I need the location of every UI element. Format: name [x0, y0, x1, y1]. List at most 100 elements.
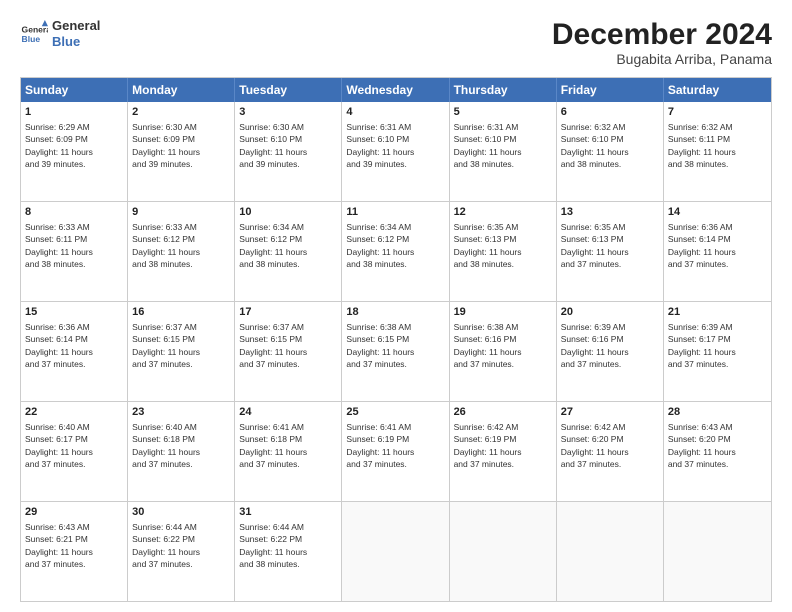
cell-empty-3	[557, 502, 664, 601]
calendar-header: Sunday Monday Tuesday Wednesday Thursday…	[21, 78, 771, 102]
cell-23: 23 Sunrise: 6:40 AMSunset: 6:18 PMDaylig…	[128, 402, 235, 501]
cell-text: Sunrise: 6:36 AMSunset: 6:14 PMDaylight:…	[25, 322, 93, 369]
cell-17: 17 Sunrise: 6:37 AMSunset: 6:15 PMDaylig…	[235, 302, 342, 401]
cell-text: Sunrise: 6:31 AMSunset: 6:10 PMDaylight:…	[346, 122, 414, 169]
cell-7: 7 Sunrise: 6:32 AMSunset: 6:11 PMDayligh…	[664, 102, 771, 201]
cell-9: 9 Sunrise: 6:33 AMSunset: 6:12 PMDayligh…	[128, 202, 235, 301]
header-saturday: Saturday	[664, 78, 771, 102]
header-monday: Monday	[128, 78, 235, 102]
day-num: 21	[668, 305, 767, 320]
cell-29: 29 Sunrise: 6:43 AMSunset: 6:21 PMDaylig…	[21, 502, 128, 601]
cell-text: Sunrise: 6:38 AMSunset: 6:16 PMDaylight:…	[454, 322, 522, 369]
cell-text: Sunrise: 6:37 AMSunset: 6:15 PMDaylight:…	[239, 322, 307, 369]
month-title: December 2024	[552, 18, 772, 51]
cell-27: 27 Sunrise: 6:42 AMSunset: 6:20 PMDaylig…	[557, 402, 664, 501]
day-num: 22	[25, 405, 123, 420]
day-num: 7	[668, 105, 767, 120]
day-num: 19	[454, 305, 552, 320]
cell-18: 18 Sunrise: 6:38 AMSunset: 6:15 PMDaylig…	[342, 302, 449, 401]
cell-text: Sunrise: 6:41 AMSunset: 6:19 PMDaylight:…	[346, 422, 414, 469]
cell-text: Sunrise: 6:44 AMSunset: 6:22 PMDaylight:…	[132, 522, 200, 569]
cell-text: Sunrise: 6:38 AMSunset: 6:15 PMDaylight:…	[346, 322, 414, 369]
day-num: 11	[346, 205, 444, 220]
cell-empty-1	[342, 502, 449, 601]
cell-26: 26 Sunrise: 6:42 AMSunset: 6:19 PMDaylig…	[450, 402, 557, 501]
cell-text: Sunrise: 6:30 AMSunset: 6:10 PMDaylight:…	[239, 122, 307, 169]
cell-text: Sunrise: 6:34 AMSunset: 6:12 PMDaylight:…	[239, 222, 307, 269]
day-num: 8	[25, 205, 123, 220]
cell-2: 2 Sunrise: 6:30 AMSunset: 6:09 PMDayligh…	[128, 102, 235, 201]
cell-text: Sunrise: 6:37 AMSunset: 6:15 PMDaylight:…	[132, 322, 200, 369]
day-num: 4	[346, 105, 444, 120]
calendar: Sunday Monday Tuesday Wednesday Thursday…	[20, 77, 772, 602]
day-num: 18	[346, 305, 444, 320]
calendar-body: 1 Sunrise: 6:29 AMSunset: 6:09 PMDayligh…	[21, 102, 771, 601]
day-num: 23	[132, 405, 230, 420]
cell-10: 10 Sunrise: 6:34 AMSunset: 6:12 PMDaylig…	[235, 202, 342, 301]
cell-empty-4	[664, 502, 771, 601]
day-num: 13	[561, 205, 659, 220]
cell-12: 12 Sunrise: 6:35 AMSunset: 6:13 PMDaylig…	[450, 202, 557, 301]
cell-30: 30 Sunrise: 6:44 AMSunset: 6:22 PMDaylig…	[128, 502, 235, 601]
cell-5: 5 Sunrise: 6:31 AMSunset: 6:10 PMDayligh…	[450, 102, 557, 201]
cell-4: 4 Sunrise: 6:31 AMSunset: 6:10 PMDayligh…	[342, 102, 449, 201]
day-num: 29	[25, 505, 123, 520]
day-num: 24	[239, 405, 337, 420]
cell-text: Sunrise: 6:32 AMSunset: 6:11 PMDaylight:…	[668, 122, 736, 169]
header-friday: Friday	[557, 78, 664, 102]
cell-text: Sunrise: 6:35 AMSunset: 6:13 PMDaylight:…	[454, 222, 522, 269]
cell-empty-2	[450, 502, 557, 601]
day-num: 15	[25, 305, 123, 320]
cell-31: 31 Sunrise: 6:44 AMSunset: 6:22 PMDaylig…	[235, 502, 342, 601]
logo-text-general: General	[52, 18, 100, 34]
cell-22: 22 Sunrise: 6:40 AMSunset: 6:17 PMDaylig…	[21, 402, 128, 501]
cell-24: 24 Sunrise: 6:41 AMSunset: 6:18 PMDaylig…	[235, 402, 342, 501]
cell-text: Sunrise: 6:29 AMSunset: 6:09 PMDaylight:…	[25, 122, 93, 169]
logo: General Blue General Blue	[20, 18, 100, 49]
header-tuesday: Tuesday	[235, 78, 342, 102]
cell-20: 20 Sunrise: 6:39 AMSunset: 6:16 PMDaylig…	[557, 302, 664, 401]
day-num: 17	[239, 305, 337, 320]
day-num: 10	[239, 205, 337, 220]
day-num: 20	[561, 305, 659, 320]
cell-text: Sunrise: 6:31 AMSunset: 6:10 PMDaylight:…	[454, 122, 522, 169]
cell-text: Sunrise: 6:42 AMSunset: 6:19 PMDaylight:…	[454, 422, 522, 469]
day-num: 14	[668, 205, 767, 220]
header-sunday: Sunday	[21, 78, 128, 102]
cell-text: Sunrise: 6:39 AMSunset: 6:16 PMDaylight:…	[561, 322, 629, 369]
day-num: 25	[346, 405, 444, 420]
cell-14: 14 Sunrise: 6:36 AMSunset: 6:14 PMDaylig…	[664, 202, 771, 301]
cell-text: Sunrise: 6:33 AMSunset: 6:12 PMDaylight:…	[132, 222, 200, 269]
cell-8: 8 Sunrise: 6:33 AMSunset: 6:11 PMDayligh…	[21, 202, 128, 301]
cell-13: 13 Sunrise: 6:35 AMSunset: 6:13 PMDaylig…	[557, 202, 664, 301]
day-num: 31	[239, 505, 337, 520]
day-num: 5	[454, 105, 552, 120]
svg-text:Blue: Blue	[22, 33, 41, 43]
day-num: 27	[561, 405, 659, 420]
day-num: 9	[132, 205, 230, 220]
cell-3: 3 Sunrise: 6:30 AMSunset: 6:10 PMDayligh…	[235, 102, 342, 201]
day-num: 30	[132, 505, 230, 520]
day-num: 12	[454, 205, 552, 220]
cell-text: Sunrise: 6:43 AMSunset: 6:21 PMDaylight:…	[25, 522, 93, 569]
cell-text: Sunrise: 6:39 AMSunset: 6:17 PMDaylight:…	[668, 322, 736, 369]
cal-row-3: 15 Sunrise: 6:36 AMSunset: 6:14 PMDaylig…	[21, 301, 771, 401]
header: General Blue General Blue December 2024 …	[20, 18, 772, 67]
cell-21: 21 Sunrise: 6:39 AMSunset: 6:17 PMDaylig…	[664, 302, 771, 401]
cell-text: Sunrise: 6:30 AMSunset: 6:09 PMDaylight:…	[132, 122, 200, 169]
cell-15: 15 Sunrise: 6:36 AMSunset: 6:14 PMDaylig…	[21, 302, 128, 401]
cell-16: 16 Sunrise: 6:37 AMSunset: 6:15 PMDaylig…	[128, 302, 235, 401]
location-subtitle: Bugabita Arriba, Panama	[552, 51, 772, 67]
cell-text: Sunrise: 6:40 AMSunset: 6:18 PMDaylight:…	[132, 422, 200, 469]
cal-row-2: 8 Sunrise: 6:33 AMSunset: 6:11 PMDayligh…	[21, 201, 771, 301]
cell-6: 6 Sunrise: 6:32 AMSunset: 6:10 PMDayligh…	[557, 102, 664, 201]
cell-text: Sunrise: 6:41 AMSunset: 6:18 PMDaylight:…	[239, 422, 307, 469]
cell-text: Sunrise: 6:35 AMSunset: 6:13 PMDaylight:…	[561, 222, 629, 269]
logo-text-blue: Blue	[52, 34, 100, 50]
cell-text: Sunrise: 6:42 AMSunset: 6:20 PMDaylight:…	[561, 422, 629, 469]
cell-text: Sunrise: 6:40 AMSunset: 6:17 PMDaylight:…	[25, 422, 93, 469]
cell-1: 1 Sunrise: 6:29 AMSunset: 6:09 PMDayligh…	[21, 102, 128, 201]
day-num: 2	[132, 105, 230, 120]
cell-25: 25 Sunrise: 6:41 AMSunset: 6:19 PMDaylig…	[342, 402, 449, 501]
logo-icon: General Blue	[20, 20, 48, 48]
